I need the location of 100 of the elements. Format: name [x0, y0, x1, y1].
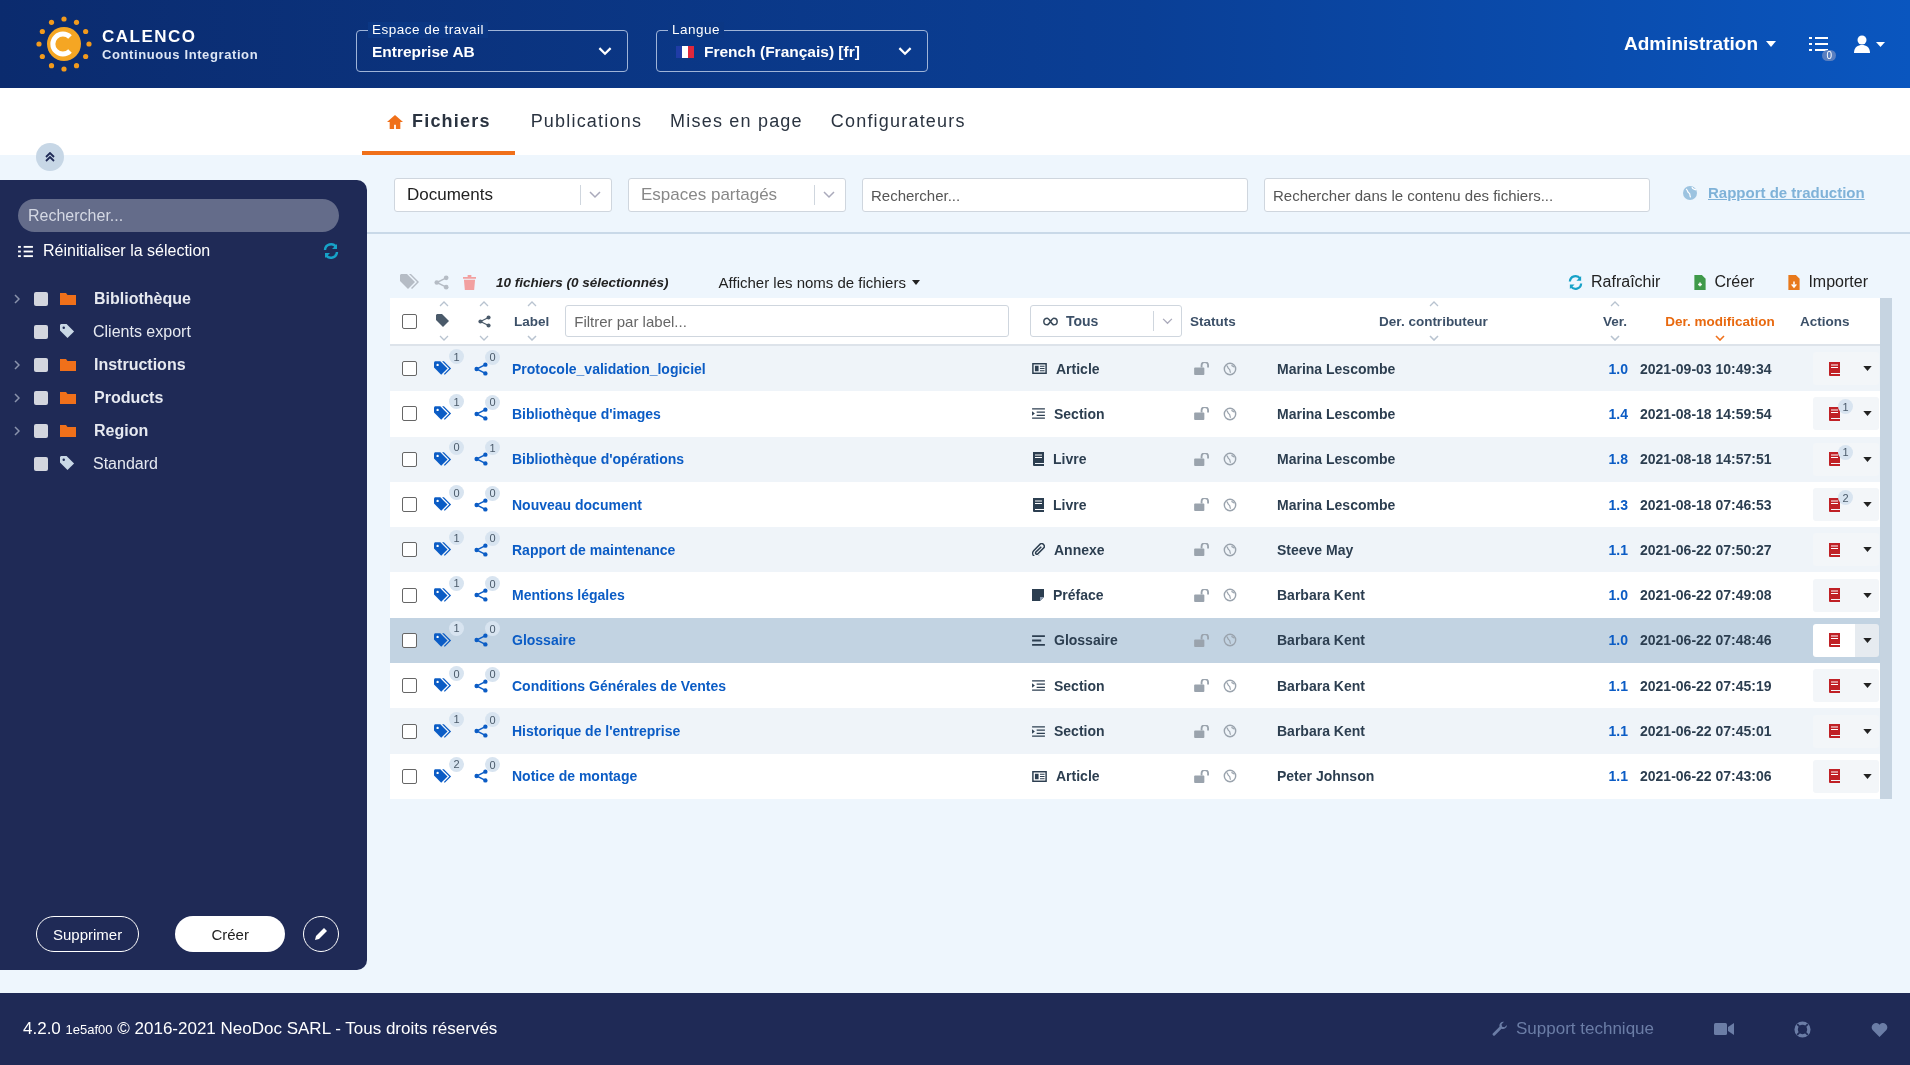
expand-chevron-icon[interactable]: [14, 425, 20, 436]
file-row[interactable]: 1 0 Protocole_validation_logiciel Article Marina Lescombe 1.0 2021-09-03 10:49:34: [390, 346, 1880, 392]
actions-dropdown-button[interactable]: [1855, 397, 1879, 431]
sidebar-search-field[interactable]: Rechercher...: [18, 199, 340, 232]
row-checkbox[interactable]: [401, 497, 417, 513]
file-row[interactable]: 1 0 Rapport de maintenance Annexe Steeve May 1.1 2021-06-22 07:50:27: [390, 527, 1880, 573]
reset-selection-link[interactable]: Réinitialiser la sélection: [43, 242, 211, 260]
actions-dropdown-button[interactable]: [1855, 623, 1879, 657]
tags-icon[interactable]: [434, 542, 452, 558]
actions-dropdown-button[interactable]: [1855, 533, 1879, 567]
nav-tab[interactable]: Configurateurs: [816, 88, 980, 155]
version-link[interactable]: 1.4: [1608, 405, 1628, 422]
row-checkbox[interactable]: [401, 542, 417, 558]
row-checkbox[interactable]: [401, 632, 417, 648]
file-name-link[interactable]: Notice de montage: [504, 768, 638, 785]
file-row[interactable]: 0 1 Bibliothèque d'opérations Livre Marina Lescombe 1.8 2021-08-18 14:57:51 1: [390, 436, 1880, 482]
version-link[interactable]: 1.1: [1608, 541, 1628, 558]
tree-checkbox[interactable]: [34, 423, 48, 438]
share-icon[interactable]: [474, 542, 488, 557]
open-book-button[interactable]: 1: [1813, 442, 1855, 476]
sort-arrows-icon[interactable]: [479, 301, 489, 341]
version-link[interactable]: 1.1: [1608, 723, 1628, 739]
row-checkbox[interactable]: [401, 406, 417, 422]
row-checkbox[interactable]: [401, 678, 417, 694]
file-row[interactable]: 1 0 Historique de l'entreprise Section Barbara Kent 1.1 2021-06-22 07:45:01: [390, 708, 1880, 754]
expand-chevron-icon[interactable]: [14, 392, 20, 403]
file-name-link[interactable]: Bibliothèque d'opérations: [504, 451, 685, 468]
file-name-link[interactable]: Mentions légales: [504, 587, 625, 604]
open-book-button[interactable]: [1813, 714, 1855, 748]
expand-chevron-icon[interactable]: [14, 359, 20, 370]
refresh-icon[interactable]: [323, 243, 340, 259]
tags-icon[interactable]: [434, 451, 452, 467]
search-field[interactable]: Rechercher...: [862, 178, 1248, 212]
sort-arrows-icon[interactable]: [439, 301, 449, 341]
create-file-button[interactable]: Créer: [1688, 272, 1761, 292]
share-icon[interactable]: [474, 361, 488, 376]
column-header[interactable]: Ver.: [1603, 313, 1627, 329]
row-checkbox[interactable]: [401, 723, 417, 739]
row-checkbox[interactable]: [401, 451, 417, 467]
tree-item[interactable]: Clients export: [93, 322, 191, 341]
file-name-link[interactable]: Rapport de maintenance: [504, 541, 676, 558]
tree-item[interactable]: Bibliothèque: [94, 289, 191, 308]
file-row[interactable]: 1 0 Glossaire Glossaire Barbara Kent 1.0 2021-06-22 07:48:46: [390, 617, 1880, 664]
share-icon[interactable]: [474, 406, 488, 421]
refresh-button[interactable]: Rafraîchir: [1562, 272, 1667, 292]
shared-spaces-select[interactable]: Espaces partagés: [628, 178, 846, 212]
open-book-button[interactable]: [1813, 352, 1855, 386]
label-filter-field[interactable]: Filtrer par label...: [565, 305, 1010, 337]
actions-dropdown-button[interactable]: [1855, 488, 1879, 522]
file-name-link[interactable]: Historique de l'entreprise: [504, 723, 681, 739]
label-column-header[interactable]: Label: [514, 313, 550, 329]
tree-checkbox[interactable]: [34, 291, 48, 306]
collapse-button[interactable]: [36, 143, 64, 171]
open-book-button[interactable]: 1: [1813, 397, 1855, 431]
actions-dropdown-button[interactable]: [1855, 442, 1879, 476]
documents-select[interactable]: Documents: [394, 178, 612, 212]
create-button[interactable]: Créer: [175, 916, 286, 952]
language-select[interactable]: Langue French (Français) [fr]: [656, 22, 928, 72]
tags-icon[interactable]: [434, 723, 452, 739]
version-link[interactable]: 1.1: [1608, 768, 1628, 785]
row-checkbox[interactable]: [401, 768, 417, 784]
version-link[interactable]: 1.1: [1608, 677, 1628, 694]
tree-checkbox[interactable]: [34, 357, 48, 372]
open-book-button[interactable]: [1813, 533, 1855, 567]
open-book-button[interactable]: 2: [1813, 488, 1855, 522]
workspace-select[interactable]: Espace de travail Entreprise AB: [356, 22, 628, 72]
display-names-dropdown[interactable]: Afficher les noms de fichiers: [712, 272, 926, 292]
open-book-button[interactable]: [1813, 669, 1855, 703]
video-camera-icon[interactable]: [1714, 1022, 1734, 1036]
import-button[interactable]: Importer: [1782, 272, 1874, 292]
nav-tab[interactable]: Mises en page: [656, 88, 817, 155]
share-icon[interactable]: [474, 633, 488, 648]
nav-tab[interactable]: Fichiers: [362, 88, 515, 155]
version-link[interactable]: 1.8: [1608, 451, 1628, 468]
share-icon[interactable]: [474, 678, 488, 693]
content-search-field[interactable]: Rechercher dans le contenu des fichiers...: [1264, 178, 1650, 212]
file-name-link[interactable]: Protocole_validation_logiciel: [504, 360, 706, 377]
tags-icon[interactable]: [434, 678, 452, 694]
actions-dropdown-button[interactable]: [1855, 759, 1879, 793]
share-icon[interactable]: [474, 724, 488, 738]
file-name-link[interactable]: Bibliothèque d'images: [504, 405, 661, 422]
file-name-link[interactable]: Nouveau document: [504, 496, 642, 513]
tree-item[interactable]: Products: [94, 388, 164, 407]
share-icon[interactable]: [474, 588, 488, 603]
tags-icon[interactable]: [434, 497, 452, 513]
actions-dropdown-button[interactable]: [1855, 669, 1879, 703]
version-link[interactable]: 1.3: [1608, 496, 1628, 513]
actions-dropdown-button[interactable]: [1855, 578, 1879, 612]
row-checkbox[interactable]: [401, 361, 417, 377]
version-link[interactable]: 1.0: [1608, 360, 1628, 377]
file-name-link[interactable]: Glossaire: [504, 632, 576, 649]
file-name-link[interactable]: Conditions Générales de Ventes: [504, 677, 726, 694]
heart-icon[interactable]: [1871, 1021, 1888, 1037]
select-all-checkbox[interactable]: [401, 313, 417, 329]
tags-icon[interactable]: [434, 768, 452, 784]
column-header[interactable]: Der. contributeur: [1379, 313, 1488, 329]
tree-item[interactable]: Region: [94, 421, 149, 440]
task-list-icon[interactable]: [1808, 35, 1828, 53]
row-checkbox[interactable]: [401, 587, 417, 603]
tree-checkbox[interactable]: [34, 456, 48, 471]
